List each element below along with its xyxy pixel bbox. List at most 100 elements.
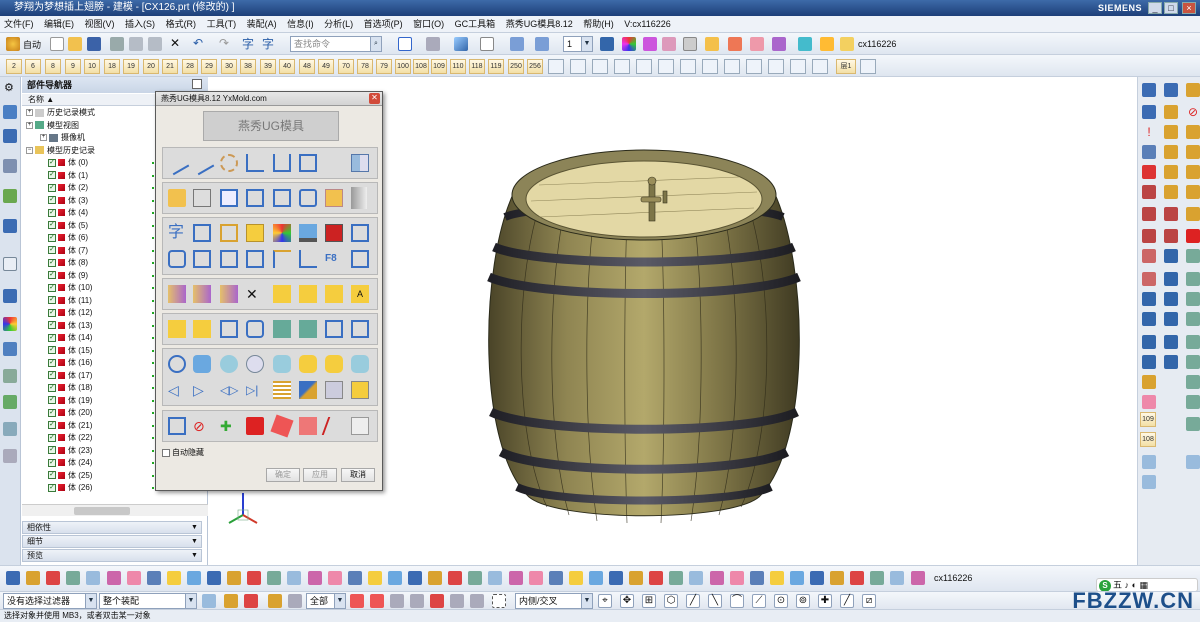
- layer-button-250[interactable]: 250: [508, 59, 524, 74]
- line-icon-2[interactable]: [189, 150, 215, 176]
- dialog-close-icon[interactable]: ✕: [369, 93, 380, 104]
- menu-format[interactable]: 格式(R): [162, 16, 201, 33]
- mid-point-icon[interactable]: [370, 594, 384, 608]
- layer-settings-button[interactable]: [860, 59, 876, 74]
- snap-mode-icon-4[interactable]: ⬡: [664, 594, 678, 608]
- folder-icon[interactable]: [193, 189, 211, 207]
- view-shape-icon-12[interactable]: [790, 59, 806, 74]
- arc-tool-icon[interactable]: [1164, 125, 1178, 139]
- body-row[interactable]: ✓ 体 (22): [22, 432, 154, 445]
- blend-icon[interactable]: [1142, 375, 1156, 389]
- menu-file[interactable]: 文件(F): [0, 16, 38, 33]
- visibility-checkbox[interactable]: ✓: [48, 308, 56, 317]
- view-shape-icon-5[interactable]: [636, 59, 652, 74]
- shape-icon[interactable]: [193, 250, 211, 268]
- type-filter-select[interactable]: 没有选择过滤器 ▼: [3, 593, 97, 609]
- split-icon[interactable]: [351, 154, 369, 172]
- quadrant-point-icon[interactable]: [450, 594, 464, 608]
- cut-icon[interactable]: [110, 37, 124, 51]
- slot-icon[interactable]: [246, 250, 264, 268]
- eraser-icon[interactable]: [270, 414, 294, 438]
- assembly-tool-icon-9[interactable]: [166, 571, 181, 585]
- cross-box-icon[interactable]: [193, 224, 211, 242]
- snap-point-icon[interactable]: [224, 594, 238, 608]
- tree-node-3[interactable]: − 模型历史记录: [22, 145, 95, 158]
- transform-icon[interactable]: [1186, 395, 1200, 409]
- bulbs-icon-3[interactable]: [325, 355, 343, 373]
- column-icon[interactable]: [220, 320, 238, 338]
- body-row[interactable]: ✓ 体 (11): [22, 295, 154, 308]
- divide-icon[interactable]: [299, 381, 317, 399]
- slider-icon[interactable]: [220, 285, 238, 303]
- layer-button-108[interactable]: 108: [413, 59, 429, 74]
- visibility-checkbox[interactable]: ✓: [48, 383, 56, 392]
- cooling-icon[interactable]: [273, 320, 291, 338]
- visibility-checkbox[interactable]: ✓: [48, 396, 56, 405]
- curve-icon[interactable]: [321, 417, 347, 435]
- mirror-icon[interactable]: [220, 250, 238, 268]
- start-label[interactable]: 自动: [23, 38, 41, 51]
- snap-mode-icon-13[interactable]: ⧄: [862, 594, 876, 608]
- swap-icon[interactable]: ◁▷: [220, 381, 238, 399]
- view-shape-icon-10[interactable]: [746, 59, 762, 74]
- font-icon-1[interactable]: 字: [242, 35, 254, 52]
- axis-icon[interactable]: [299, 250, 317, 268]
- body-row[interactable]: ✓ 体 (6): [22, 232, 154, 245]
- roles-icon[interactable]: [3, 342, 17, 356]
- arc-center-icon[interactable]: [430, 594, 444, 608]
- assembly-navigator-icon[interactable]: [3, 105, 17, 119]
- layer-button-119[interactable]: 119: [488, 59, 504, 74]
- manufacturing-wizard-icon[interactable]: [3, 422, 17, 436]
- menu-insert[interactable]: 插入(S): [121, 16, 159, 33]
- scrollbar-thumb[interactable]: [74, 507, 130, 515]
- menu-information[interactable]: 信息(I): [283, 16, 318, 33]
- ok-button[interactable]: 确定: [266, 468, 300, 482]
- mold-icon[interactable]: [840, 37, 854, 51]
- visibility-checkbox[interactable]: ✓: [48, 171, 56, 180]
- new-icon[interactable]: [50, 37, 64, 51]
- auto-hide-checkbox[interactable]: 自动隐藏: [162, 448, 204, 458]
- visibility-checkbox[interactable]: ✓: [48, 296, 56, 305]
- layout-icon[interactable]: [325, 189, 343, 207]
- tree-node-1[interactable]: + 模型视图: [22, 120, 79, 133]
- tree-node-0[interactable]: + 历史记录模式: [22, 107, 95, 120]
- trim-body-icon[interactable]: [1142, 355, 1156, 369]
- menu-gc-toolkit[interactable]: GC工具箱: [451, 16, 500, 33]
- layer-button-20[interactable]: 20: [143, 59, 159, 74]
- select-bodies-icon[interactable]: [288, 594, 302, 608]
- control-point-icon[interactable]: [390, 594, 404, 608]
- assembly-tool-icon-33[interactable]: [649, 571, 664, 585]
- body-row[interactable]: ✓ 体 (16): [22, 357, 154, 370]
- step-icon[interactable]: ▷|: [246, 381, 264, 399]
- visibility-checkbox[interactable]: ✓: [48, 433, 56, 442]
- cylinder-tool-icon[interactable]: [1186, 207, 1200, 221]
- assembly-tool-icon-27[interactable]: [528, 571, 543, 585]
- corner-icon-2[interactable]: [299, 285, 317, 303]
- sketch-icon[interactable]: [1142, 83, 1156, 97]
- view-shape-icon-13[interactable]: [812, 59, 828, 74]
- section-icon[interactable]: [772, 37, 786, 51]
- feature-icon[interactable]: [662, 37, 676, 51]
- view-shape-icon-9[interactable]: [724, 59, 740, 74]
- extrude-icon[interactable]: [1142, 165, 1156, 179]
- palette-icon[interactable]: [3, 317, 17, 331]
- expand-icon[interactable]: +: [40, 134, 47, 142]
- rotate-icon[interactable]: [1186, 375, 1200, 389]
- layer-button-21[interactable]: 21: [162, 59, 178, 74]
- assembly-tool-icon-30[interactable]: [588, 571, 603, 585]
- visibility-checkbox[interactable]: ✓: [48, 246, 56, 255]
- rectangle-select-icon[interactable]: [492, 594, 506, 608]
- system-scene-icon[interactable]: [3, 369, 17, 383]
- block-icon[interactable]: [246, 224, 264, 242]
- bridge-icon[interactable]: [1186, 292, 1200, 306]
- view-shape-icon-11[interactable]: [768, 59, 784, 74]
- patch-icon[interactable]: [1164, 335, 1178, 349]
- assembly-tool-icon-26[interactable]: [508, 571, 523, 585]
- mirror-feature-icon[interactable]: [1164, 272, 1178, 286]
- corner-icon-3[interactable]: [325, 285, 343, 303]
- visibility-checkbox[interactable]: ✓: [48, 358, 56, 367]
- assembly-tool-icon-11[interactable]: [207, 571, 221, 585]
- assembly-tool-icon-5[interactable]: [86, 571, 101, 585]
- body-row[interactable]: ✓ 体 (0): [22, 157, 154, 170]
- point-icon[interactable]: [1164, 83, 1178, 97]
